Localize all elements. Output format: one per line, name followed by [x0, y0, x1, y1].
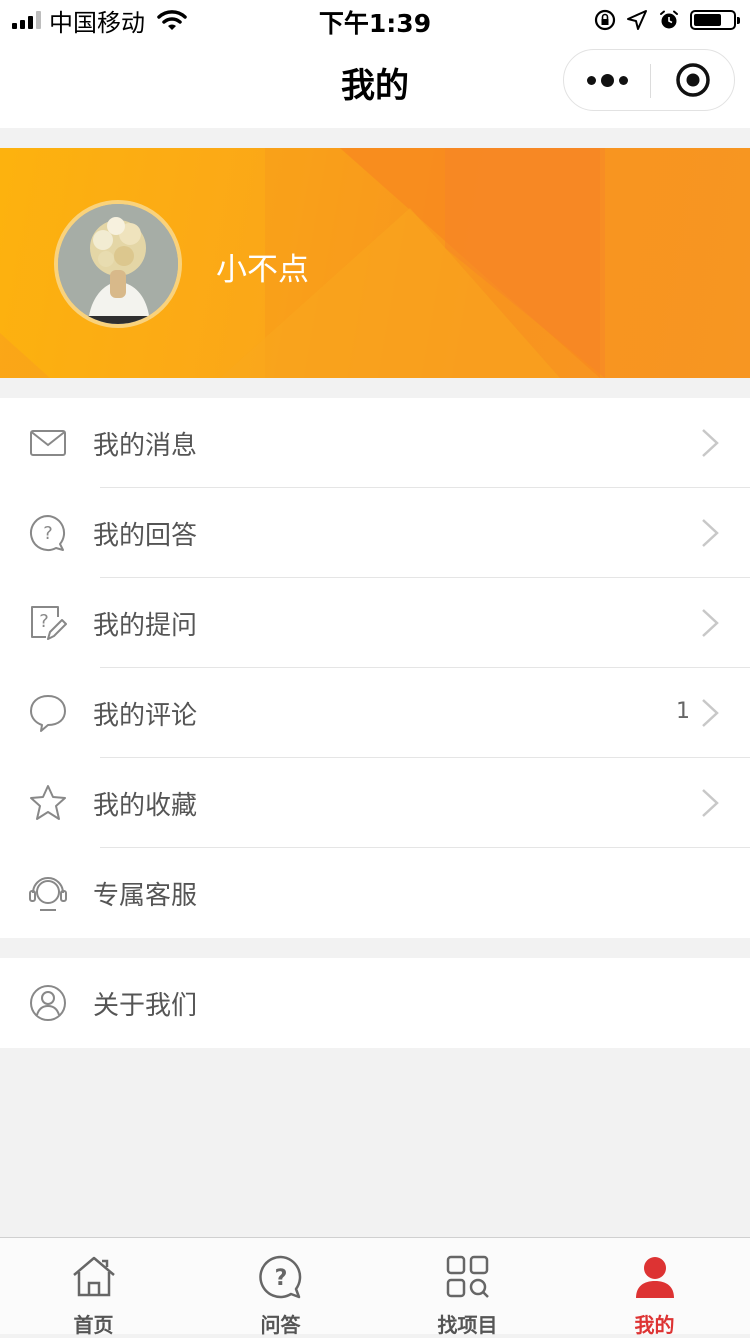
chevron-right-icon	[702, 699, 719, 727]
alarm-icon	[660, 10, 678, 29]
headset-icon	[29, 877, 67, 911]
username: 小不点	[216, 252, 309, 288]
mini-program-capsule	[563, 49, 735, 111]
menu-item-comments[interactable]: 我的评论 1	[0, 668, 750, 758]
menu-item-messages[interactable]: 我的消息	[0, 398, 750, 488]
tab-qa[interactable]: ? 问答	[187, 1238, 374, 1337]
grid-search-icon	[446, 1255, 489, 1298]
menu-item-questions[interactable]: ? 我的提问	[0, 578, 750, 668]
comment-count: 1	[676, 699, 690, 724]
menu-item-customer-service[interactable]: 专属客服	[0, 848, 750, 938]
menu-label: 我的回答	[93, 521, 198, 551]
more-button[interactable]	[564, 50, 650, 110]
menu-list: 我的消息 ? 我的回答 ? 我的提问 我的评论 1 我的收藏 专属客服	[0, 398, 750, 938]
menu-list-2: 关于我们	[0, 958, 750, 1048]
tab-find-project[interactable]: 找项目	[374, 1238, 561, 1337]
menu-item-answers[interactable]: ? 我的回答	[0, 488, 750, 578]
menu-label: 我的收藏	[93, 791, 198, 821]
profile-banner: 小不点	[0, 148, 750, 378]
chevron-right-icon	[702, 789, 719, 817]
location-icon	[627, 10, 647, 30]
tab-mine[interactable]: 我的	[561, 1238, 748, 1337]
menu-label: 我的消息	[93, 431, 198, 461]
nav-bar: 我的	[0, 40, 750, 128]
chevron-right-icon	[702, 609, 719, 637]
menu-label: 我的提问	[93, 611, 198, 641]
rotation-lock-icon	[594, 9, 616, 31]
envelope-icon	[30, 430, 66, 456]
avatar-photo	[58, 204, 178, 324]
battery-icon	[690, 10, 740, 30]
menu-label: 关于我们	[93, 991, 198, 1021]
svg-text:?: ?	[39, 611, 49, 632]
comment-bubble-icon	[30, 695, 66, 732]
person-icon	[635, 1257, 674, 1298]
user-circle-icon	[30, 985, 66, 1021]
avatar[interactable]	[54, 200, 182, 328]
status-right	[594, 6, 740, 34]
question-circle-icon: ?	[258, 1255, 301, 1299]
status-bar: 中国移动 下午1:39	[0, 0, 750, 40]
svg-text:?: ?	[274, 1266, 287, 1291]
chevron-right-icon	[702, 519, 719, 547]
tab-home[interactable]: 首页	[0, 1238, 187, 1337]
menu-item-about-us[interactable]: 关于我们	[0, 958, 750, 1048]
question-edit-icon: ?	[31, 606, 67, 640]
star-icon	[30, 785, 66, 820]
menu-item-favorites[interactable]: 我的收藏	[0, 758, 750, 848]
question-bubble-icon: ?	[30, 515, 65, 551]
tab-bar: 首页 ? 问答 找项目 我的	[0, 1237, 750, 1337]
menu-label: 我的评论	[93, 701, 198, 731]
svg-text:?: ?	[43, 523, 53, 544]
close-button[interactable]	[650, 50, 736, 110]
target-icon	[676, 63, 710, 97]
home-icon	[72, 1256, 115, 1297]
chevron-right-icon	[702, 429, 719, 457]
menu-label: 专属客服	[93, 881, 198, 911]
